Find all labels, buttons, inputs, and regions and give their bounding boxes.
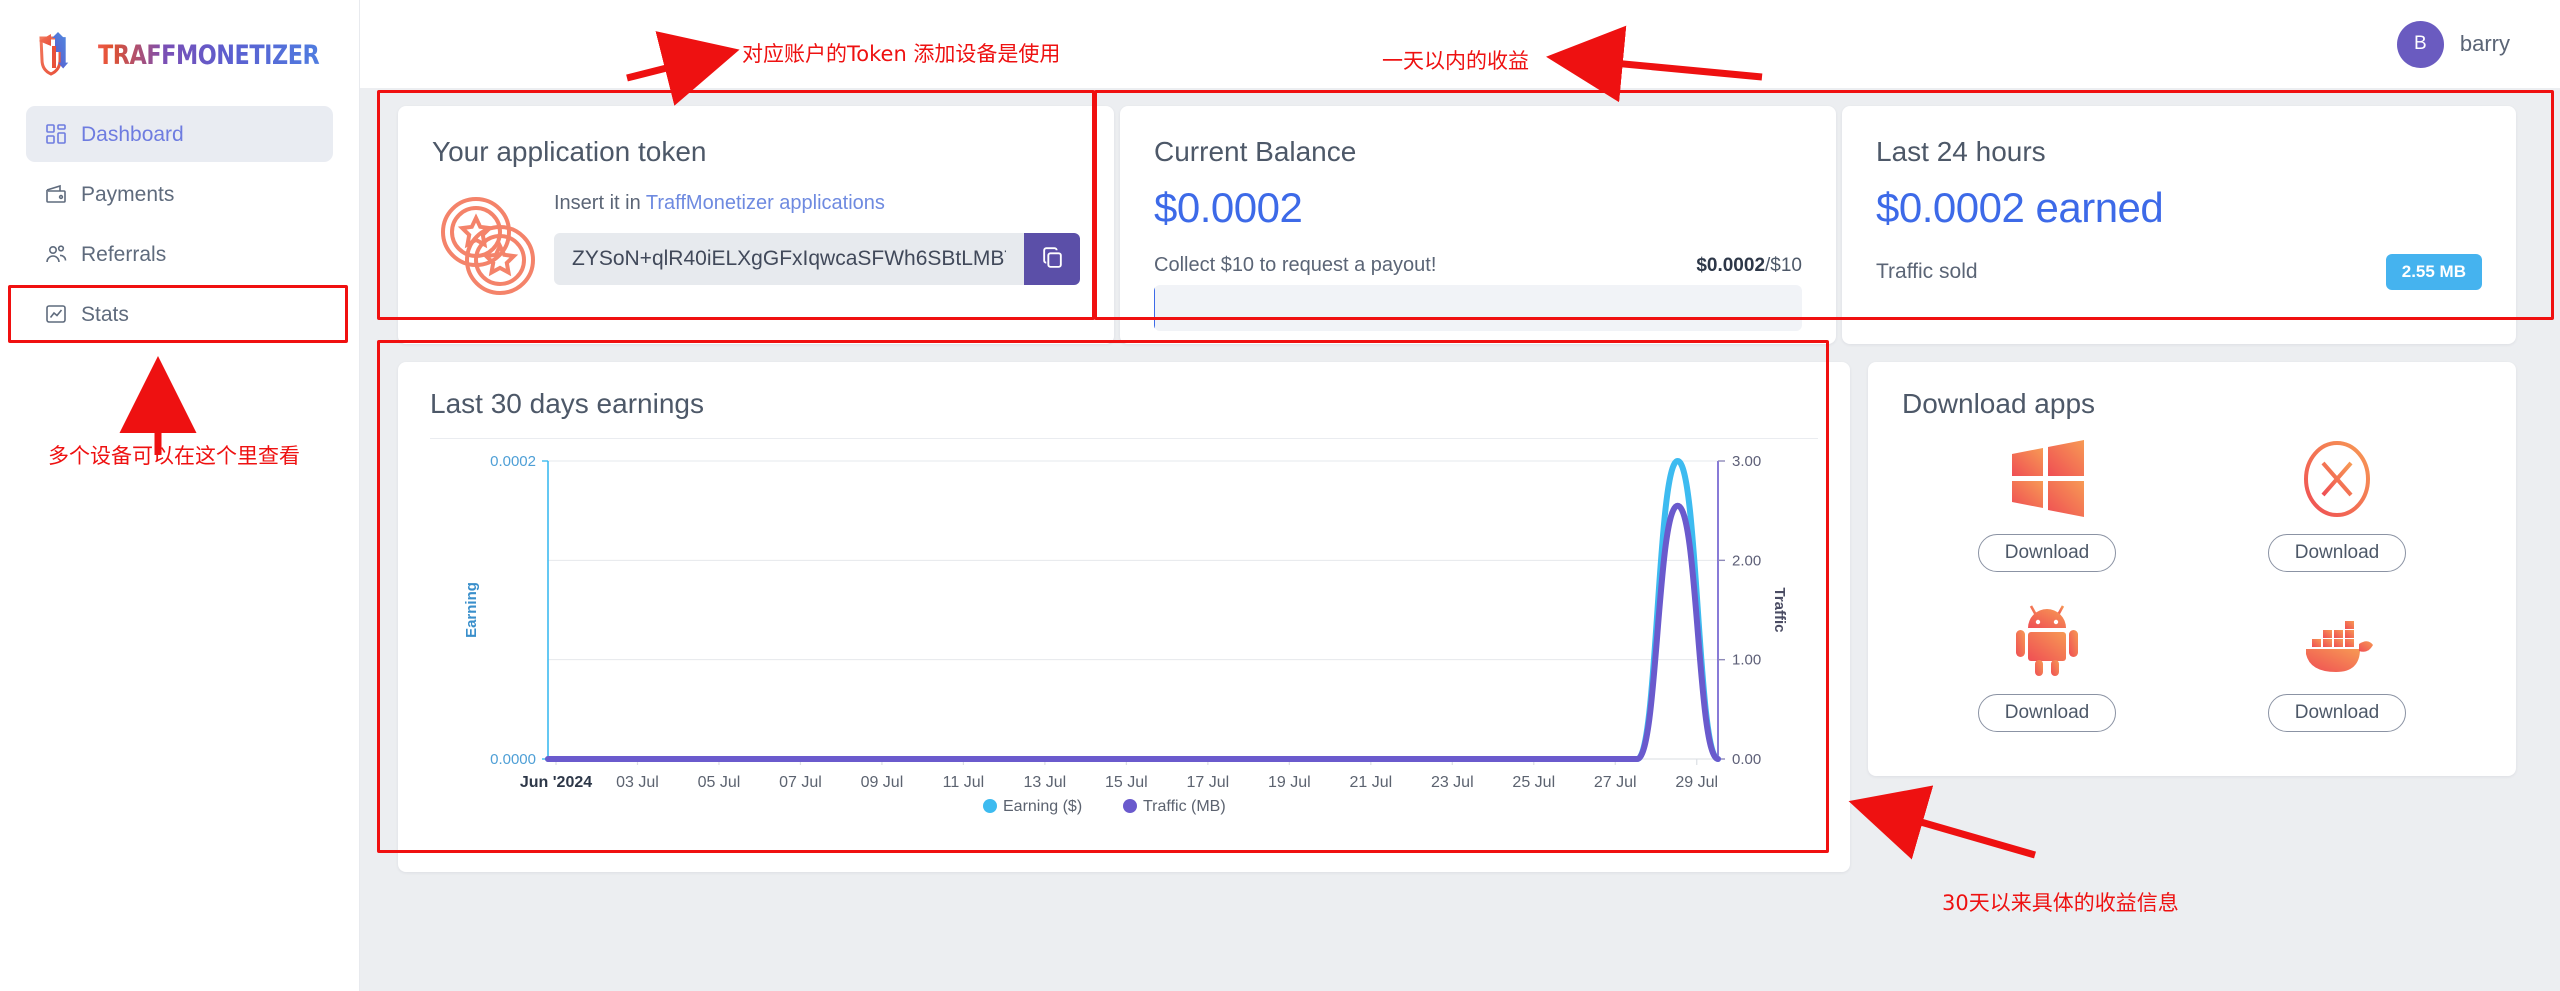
sidebar-item-stats[interactable]: Stats <box>26 286 333 342</box>
chart-and-apps-row: Last 30 days earnings 0.0000 0.0002 Earnin… <box>378 362 2520 872</box>
earnings-chart[interactable]: 0.0000 0.0002 Earning 0.00 1.00 2.00 3.00 Traff… <box>430 439 1818 839</box>
svg-text:25 Jul: 25 Jul <box>1512 774 1555 791</box>
svg-text:15 Jul: 15 Jul <box>1105 774 1148 791</box>
application-token-card: Your application token Insert it in Traf… <box>398 106 1114 344</box>
summary-cards-row: Your application token Insert it in Traf… <box>378 106 2520 344</box>
copy-icon <box>1040 245 1065 273</box>
download-button[interactable]: Download <box>2267 694 2407 732</box>
svg-text:11 Jul: 11 Jul <box>943 774 985 791</box>
svg-text:21 Jul: 21 Jul <box>1349 774 1392 791</box>
payout-total: /$10 <box>1765 255 1802 276</box>
sidebar-item-payments[interactable]: Payments <box>26 166 333 222</box>
sidebar: TRAFFMONETIZER Dashboard Payments Referr… <box>0 0 360 991</box>
sidebar-item-dashboard[interactable]: Dashboard <box>26 106 333 162</box>
app-macos: Download <box>2267 438 2407 572</box>
app-docker: Download <box>2267 598 2407 732</box>
card-title: Your application token <box>432 136 707 167</box>
svg-text:Jun '2024: Jun '2024 <box>520 774 592 791</box>
chart-title: Last 30 days earnings <box>430 388 1818 439</box>
macos-icon <box>2296 438 2378 520</box>
sidebar-item-label: Payments <box>81 182 175 206</box>
brand-name: TRAFFMONETIZER <box>98 39 320 71</box>
app-android: Download <box>1977 598 2117 732</box>
traffic-sold-badge: 2.55 MB <box>2385 254 2482 290</box>
app-windows: Download <box>1977 438 2117 572</box>
topbar: B barry <box>360 0 2560 88</box>
svg-text:29 Jul: 29 Jul <box>1675 774 1718 791</box>
last24-earned-amount: $0.0002 earned <box>1876 184 2164 231</box>
balance-amount: $0.0002 <box>1154 184 1303 231</box>
download-button[interactable]: Download <box>2267 534 2407 572</box>
wallet-icon <box>44 182 68 206</box>
main-area: B barry Your application token Insert it… <box>360 0 2560 991</box>
token-input[interactable] <box>554 233 1024 285</box>
svg-text:17 Jul: 17 Jul <box>1187 774 1230 791</box>
grid-icon <box>44 122 68 146</box>
chart-line-icon <box>44 302 68 326</box>
payout-progress-fill <box>1154 285 1156 331</box>
current-balance-card: Current Balance $0.0002 Collect $10 to r… <box>1120 106 1836 344</box>
payout-progress-label: $0.0002/$10 <box>1696 255 1802 277</box>
download-button[interactable]: Download <box>1977 534 2117 572</box>
copy-token-button[interactable] <box>1024 233 1080 285</box>
android-icon <box>2006 598 2088 680</box>
sidebar-item-label: Dashboard <box>81 122 184 146</box>
svg-text:05 Jul: 05 Jul <box>698 774 741 791</box>
brand-logo[interactable]: TRAFFMONETIZER <box>0 0 359 88</box>
username-label[interactable]: barry <box>2460 31 2510 57</box>
svg-text:0.00: 0.00 <box>1732 751 1761 768</box>
payout-current: $0.0002 <box>1696 255 1766 276</box>
windows-icon <box>2006 438 2088 520</box>
traffmonetizer-applications-link[interactable]: TraffMonetizer applications <box>646 192 885 214</box>
svg-text:19 Jul: 19 Jul <box>1268 774 1311 791</box>
svg-text:1.00: 1.00 <box>1732 652 1761 669</box>
svg-text:Traffic (MB): Traffic (MB) <box>1143 798 1226 815</box>
svg-text:07 Jul: 07 Jul <box>779 774 822 791</box>
sidebar-item-label: Referrals <box>81 242 167 266</box>
svg-text:2.00: 2.00 <box>1732 552 1761 569</box>
svg-text:13 Jul: 13 Jul <box>1024 774 1067 791</box>
dashboard-content: Your application token Insert it in Traf… <box>360 88 2560 872</box>
collect-hint: Collect $10 to request a payout! <box>1154 254 1437 276</box>
avatar-initial: B <box>2414 33 2427 54</box>
svg-text:27 Jul: 27 Jul <box>1594 774 1637 791</box>
sidebar-item-label: Stats <box>81 302 129 326</box>
svg-text:Earning: Earning <box>463 582 480 638</box>
svg-text:0.0000: 0.0000 <box>490 751 536 768</box>
avatar[interactable]: B <box>2396 20 2444 68</box>
last-30-days-earnings-card: Last 30 days earnings 0.0000 0.0002 Earnin… <box>398 362 1850 872</box>
card-title: Last 24 hours <box>1876 136 2046 167</box>
svg-text:03 Jul: 03 Jul <box>616 774 659 791</box>
traffic-sold-label: Traffic sold <box>1876 260 1978 283</box>
svg-text:3.00: 3.00 <box>1732 453 1761 470</box>
traffmonetizer-logo-icon <box>38 32 92 78</box>
payout-progress-bar <box>1154 285 1802 331</box>
card-title: Download apps <box>1902 388 2096 419</box>
insert-instruction: Insert it in TraffMonetizer applications <box>554 192 1080 215</box>
card-title: Current Balance <box>1154 136 1357 167</box>
users-icon <box>44 242 68 266</box>
svg-text:Earning ($): Earning ($) <box>1003 798 1082 815</box>
coins-icon <box>432 190 544 302</box>
svg-text:23 Jul: 23 Jul <box>1431 774 1474 791</box>
sidebar-nav: Dashboard Payments Referrals Stats <box>0 88 359 342</box>
sidebar-item-referrals[interactable]: Referrals <box>26 226 333 282</box>
insert-prefix: Insert it in <box>554 192 646 214</box>
download-button[interactable]: Download <box>1977 694 2117 732</box>
svg-text:09 Jul: 09 Jul <box>861 774 904 791</box>
docker-icon <box>2296 598 2378 680</box>
download-apps-card: Download apps Download Download Download… <box>1868 362 2516 776</box>
earnings-chart-svg: 0.0000 0.0002 Earning 0.00 1.00 2.00 3.00 Traff… <box>463 453 1788 815</box>
svg-text:0.0002: 0.0002 <box>490 453 536 470</box>
svg-text:Traffic: Traffic <box>1771 587 1788 632</box>
last-24-hours-card: Last 24 hours $0.0002 earned Traffic sol… <box>1842 106 2516 344</box>
